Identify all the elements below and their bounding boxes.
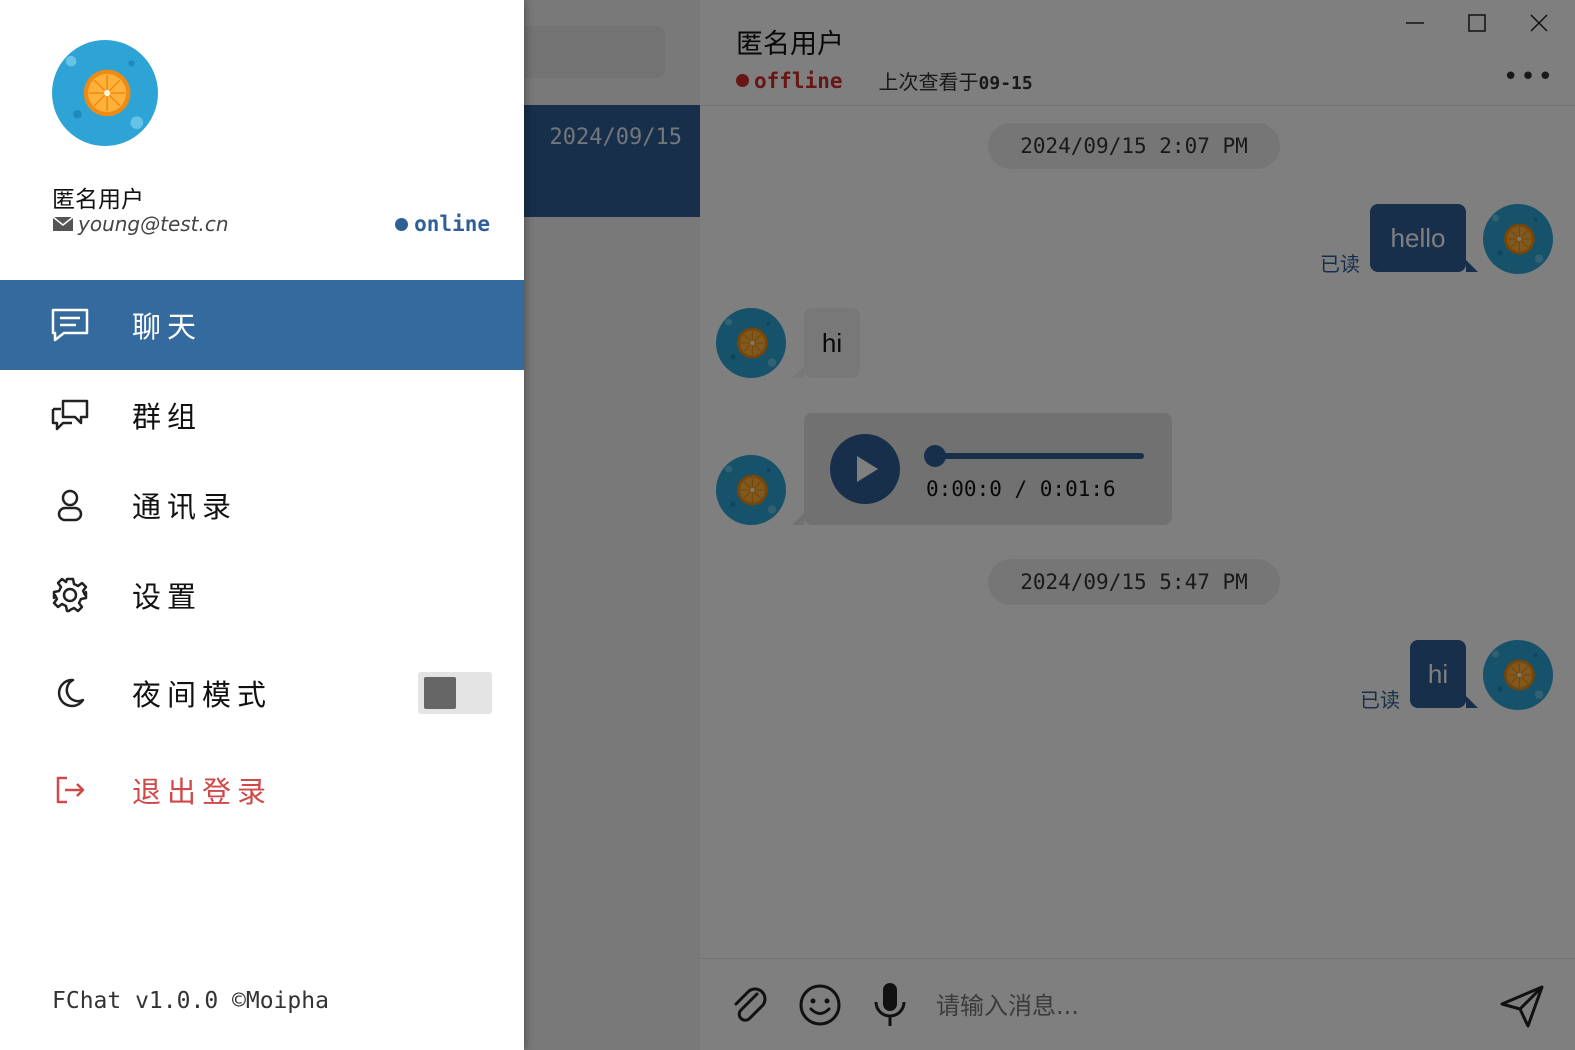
user-status: online	[395, 212, 490, 236]
user-email: young@test.cn	[52, 212, 229, 236]
menu-label: 设置	[132, 580, 203, 614]
app-window: 2024/09/15 匿名用户 offline 上次查看于09-15 ••• 2…	[0, 0, 1575, 1050]
user-name: 匿名用户	[52, 187, 144, 213]
side-drawer: 匿名用户 young@test.cn online 聊天 群组 通讯录 设置 夜…	[0, 0, 524, 1050]
app-version-footer: FChat v1.0.0 ©Moipha	[52, 988, 329, 1014]
menu-label: 夜间模式	[132, 678, 273, 712]
chat-icon	[50, 305, 90, 345]
menu-item-contacts[interactable]: 通讯录	[0, 460, 524, 550]
envelope-icon	[52, 216, 74, 231]
email-text: young@test.cn	[78, 212, 229, 236]
menu-item-chat[interactable]: 聊天	[0, 280, 524, 370]
logout-icon	[50, 770, 90, 810]
group-chat-icon	[50, 395, 90, 435]
menu-item-logout[interactable]: 退出登录	[0, 745, 524, 835]
online-status-text: online	[414, 212, 490, 236]
online-dot	[395, 217, 409, 231]
profile-avatar[interactable]	[52, 40, 158, 146]
menu-item-groups[interactable]: 群组	[0, 370, 524, 460]
menu-label: 群组	[132, 400, 203, 434]
night-mode-toggle[interactable]	[418, 672, 492, 714]
menu-label: 通讯录	[132, 490, 238, 524]
menu-label: 退出登录	[132, 775, 273, 809]
contacts-icon	[50, 485, 90, 525]
gear-icon	[50, 575, 90, 615]
menu-label: 聊天	[132, 310, 203, 344]
toggle-knob	[424, 677, 456, 709]
menu-item-night-mode[interactable]: 夜间模式	[0, 648, 524, 738]
moon-icon	[50, 673, 90, 713]
menu-item-settings[interactable]: 设置	[0, 550, 524, 640]
